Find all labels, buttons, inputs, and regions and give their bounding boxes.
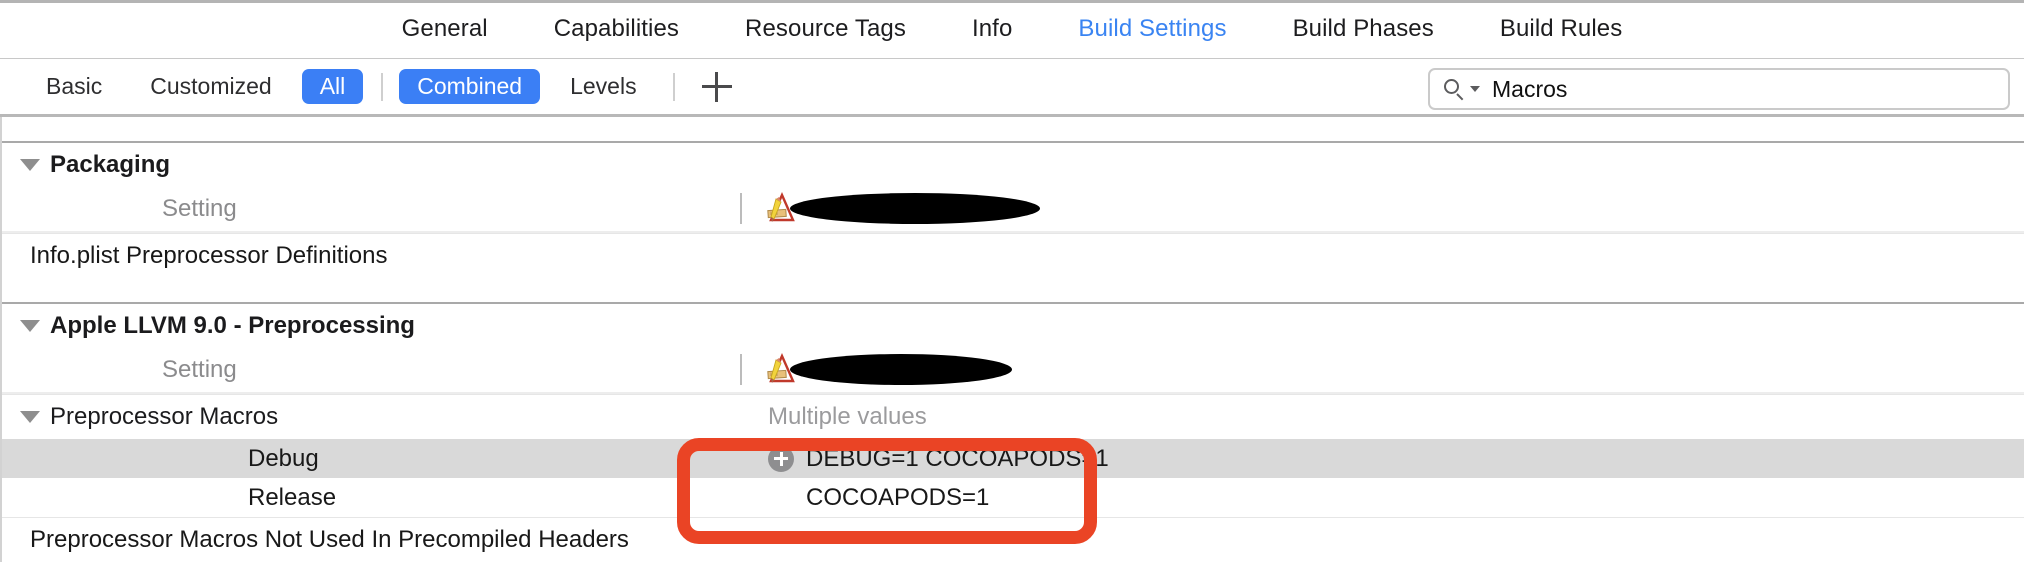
build-settings-table: Packaging Setting Info.plist Preprocesso…: [0, 117, 2024, 562]
config-value-cell[interactable]: DEBUG=1 COCOAPODS=1: [734, 445, 2024, 473]
group-header-packaging[interactable]: Packaging: [2, 141, 2024, 186]
setting-name-cell: Preprocessor Macros Not Used In Precompi…: [2, 526, 734, 554]
search-icon: [1444, 78, 1466, 101]
column-header-setting-label: Setting: [162, 194, 237, 222]
add-value-icon[interactable]: [768, 445, 794, 472]
disclosure-triangle-icon[interactable]: [20, 158, 40, 171]
build-settings-filter-bar: Basic Customized All Combined Levels Mac…: [0, 59, 2024, 117]
column-header-row-2: Setting: [2, 347, 2024, 394]
setting-name-label: Preprocessor Macros: [50, 403, 279, 430]
setting-name-label: Info.plist Preprocessor Definitions: [30, 242, 388, 269]
table-top-spacer: [2, 117, 2024, 141]
filter-basic-button[interactable]: Basic: [28, 69, 120, 104]
config-name-cell: Release: [2, 484, 734, 512]
xcode-build-settings-window: General Capabilities Resource Tags Info …: [0, 0, 2024, 562]
group-gap-spacer: [2, 278, 2024, 302]
setting-value-label: Multiple values: [768, 403, 927, 430]
setting-name-cell: Preprocessor Macros: [2, 403, 734, 431]
config-name-label: Debug: [248, 444, 319, 472]
disclosure-triangle-icon[interactable]: [20, 411, 40, 423]
filter-customized-button[interactable]: Customized: [132, 69, 289, 104]
tab-build-rules[interactable]: Build Rules: [1467, 15, 1656, 43]
tab-build-settings[interactable]: Build Settings: [1045, 15, 1259, 43]
build-settings-search-field[interactable]: Macros: [1428, 68, 2010, 110]
tab-resource-tags[interactable]: Resource Tags: [712, 15, 939, 43]
setting-row-info-plist-preprocessor-definitions[interactable]: Info.plist Preprocessor Definitions: [2, 233, 2024, 278]
setting-row-preprocessor-macros-not-used-in-precompiled-headers[interactable]: Preprocessor Macros Not Used In Precompi…: [2, 517, 2024, 562]
column-header-row: Setting: [2, 186, 2024, 233]
filter-separator-2: [672, 72, 675, 101]
filter-levels-button[interactable]: Levels: [552, 69, 654, 104]
search-input-value: Macros: [1492, 75, 1568, 102]
column-header-project-cell: [734, 347, 2024, 394]
tab-info[interactable]: Info: [939, 15, 1045, 43]
setting-row-preprocessor-macros[interactable]: Preprocessor Macros Multiple values: [2, 394, 2024, 439]
chevron-down-icon[interactable]: [1470, 86, 1480, 92]
column-header-setting-cell: Setting: [2, 347, 734, 394]
setting-name-cell: Info.plist Preprocessor Definitions: [2, 242, 734, 270]
group-title: Apple LLVM 9.0 - Preprocessing: [50, 311, 415, 339]
config-value-label: DEBUG=1 COCOAPODS=1: [806, 444, 1109, 472]
config-value-cell[interactable]: COCOAPODS=1: [734, 484, 2024, 512]
disclosure-triangle-icon[interactable]: [20, 319, 40, 332]
project-column-header: [736, 186, 1040, 231]
project-editor-tabbar: General Capabilities Resource Tags Info …: [0, 0, 2024, 59]
column-header-project-cell: [734, 186, 2024, 233]
config-row-release[interactable]: Release COCOAPODS=1: [2, 478, 2024, 517]
column-header-setting-label: Setting: [162, 355, 237, 383]
filter-all-button[interactable]: All: [301, 69, 364, 104]
config-value-label: COCOAPODS=1: [806, 483, 990, 511]
setting-name-label: Preprocessor Macros Not Used In Precompi…: [30, 526, 629, 553]
config-name-label: Release: [248, 483, 337, 511]
setting-value-cell[interactable]: Multiple values: [734, 403, 2024, 431]
add-user-defined-setting-button[interactable]: [699, 69, 735, 105]
redacted-project-name: [790, 354, 1012, 385]
tab-general[interactable]: General: [369, 15, 521, 43]
config-name-cell: Debug: [2, 445, 734, 473]
tab-capabilities[interactable]: Capabilities: [521, 15, 712, 43]
filter-combined-button[interactable]: Combined: [399, 69, 541, 104]
redacted-project-name: [790, 193, 1040, 224]
tab-build-phases[interactable]: Build Phases: [1260, 15, 1467, 43]
group-header-apple-llvm-preprocessing[interactable]: Apple LLVM 9.0 - Preprocessing: [2, 302, 2024, 347]
column-header-setting-cell: Setting: [2, 186, 734, 233]
group-title: Packaging: [50, 150, 171, 178]
filter-separator: [381, 72, 384, 101]
config-row-debug[interactable]: Debug DEBUG=1 COCOAPODS=1: [2, 439, 2024, 478]
project-column-header: [736, 347, 1012, 392]
